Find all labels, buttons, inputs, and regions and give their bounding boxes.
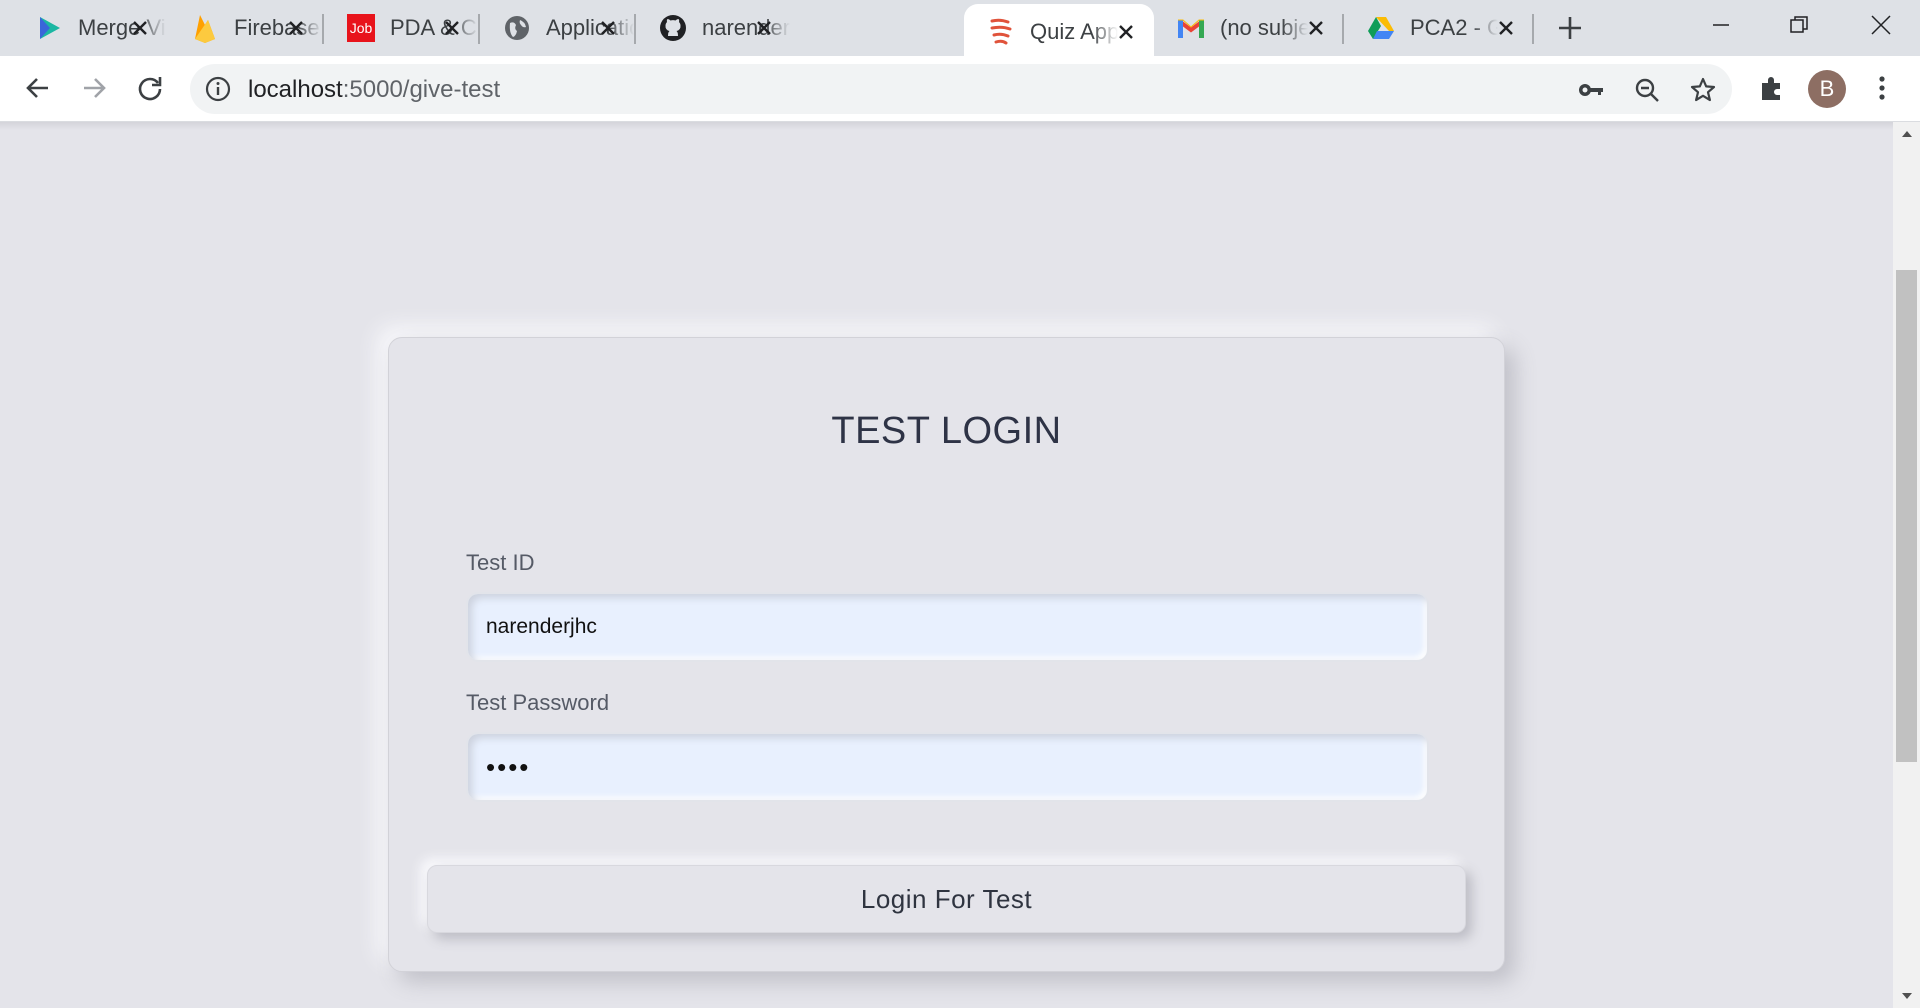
test-id-label: Test ID xyxy=(466,550,535,575)
scroll-down-arrow[interactable] xyxy=(1893,984,1920,1008)
scroll-up-arrow[interactable] xyxy=(1893,122,1920,146)
job-icon: Job xyxy=(346,13,376,43)
close-window-button[interactable] xyxy=(1842,0,1920,50)
page-title: TEST LOGIN xyxy=(831,410,1062,452)
tab-title: Firebase xyxy=(234,15,320,40)
vertical-scrollbar[interactable] xyxy=(1893,122,1920,1008)
login-for-test-button[interactable]: Login For Test xyxy=(427,865,1466,933)
minimize-button[interactable] xyxy=(1682,0,1760,50)
gmail-icon xyxy=(1176,13,1206,43)
close-icon[interactable] xyxy=(284,16,308,40)
plus-icon xyxy=(1559,17,1581,39)
tab-drive[interactable]: PCA2 - Google Drive xyxy=(1344,0,1534,56)
play-icon xyxy=(34,13,64,43)
zoom-out-icon[interactable] xyxy=(1630,73,1664,107)
new-tab-button[interactable] xyxy=(1554,12,1586,44)
restore-icon xyxy=(1790,16,1808,33)
close-icon xyxy=(1871,15,1891,35)
tab-title: Quiz App xyxy=(1030,19,1118,44)
globe-icon xyxy=(502,13,532,43)
test-id-input[interactable]: narenderjhc xyxy=(466,592,1429,662)
reload-icon xyxy=(138,77,162,101)
caret-down-icon xyxy=(1901,993,1912,999)
close-icon[interactable] xyxy=(596,16,620,40)
test-password-label: Test Password xyxy=(466,690,610,715)
tab-pda[interactable]: Job PDA & Customer xyxy=(324,0,480,56)
tab-title: Merge Videos xyxy=(78,15,166,40)
firebase-icon xyxy=(190,13,220,43)
page-viewport: TEST LOGIN Test ID narenderjhc Test Pass… xyxy=(0,122,1893,1008)
close-icon[interactable] xyxy=(128,16,152,40)
tab-title: (no subject) xyxy=(1220,15,1308,40)
info-icon[interactable] xyxy=(204,75,232,103)
tab-firebase[interactable]: Firebase xyxy=(168,0,324,56)
forward-button[interactable] xyxy=(74,68,114,108)
arrow-right-icon xyxy=(84,78,106,98)
puzzle-icon xyxy=(1762,77,1780,100)
tab-merge[interactable]: Merge Videos xyxy=(12,0,168,56)
key-icon[interactable] xyxy=(1574,73,1608,107)
extensions-button[interactable] xyxy=(1752,68,1792,108)
scrollbar-thumb[interactable] xyxy=(1896,270,1917,762)
quiz-icon xyxy=(986,17,1016,47)
caret-up-icon xyxy=(1901,131,1912,137)
more-vertical-icon xyxy=(1879,76,1885,100)
address-bar[interactable]: localhost:5000/give-test xyxy=(190,64,1732,114)
tab-title: PCA2 - Google Drive xyxy=(1410,15,1498,40)
url-host: localhost xyxy=(248,76,343,103)
tab-quiz-app[interactable]: Quiz App xyxy=(964,4,1154,60)
drive-icon xyxy=(1366,13,1396,43)
tab-title: Application xyxy=(546,15,634,40)
test-password-input[interactable]: •••• xyxy=(466,732,1429,802)
tab-separator xyxy=(1532,14,1534,44)
profile-avatar[interactable]: B xyxy=(1808,70,1846,108)
minimize-icon xyxy=(1713,24,1729,26)
close-icon[interactable] xyxy=(1304,16,1328,40)
tab-title: PDA & Customer xyxy=(390,15,478,40)
url-path: :5000/give-test xyxy=(342,76,501,103)
header-shadow xyxy=(0,122,1893,130)
tab-strip: Merge Videos Firebase Job PDA & Customer… xyxy=(0,0,1920,60)
close-icon[interactable] xyxy=(440,16,464,40)
menu-button[interactable] xyxy=(1862,68,1902,108)
tab-title: narenderjhc xyxy=(702,15,790,40)
browser-toolbar: localhost:5000/give-test B xyxy=(0,56,1920,122)
close-icon[interactable] xyxy=(752,16,776,40)
test-login-card: TEST LOGIN Test ID narenderjhc Test Pass… xyxy=(388,337,1505,972)
github-icon xyxy=(658,13,688,43)
close-icon[interactable] xyxy=(1494,16,1518,40)
back-button[interactable] xyxy=(18,68,58,108)
close-icon[interactable] xyxy=(1114,20,1138,44)
tab-application[interactable]: Application xyxy=(480,0,636,56)
restore-button[interactable] xyxy=(1760,0,1838,50)
arrow-left-icon xyxy=(26,78,48,98)
tab-github[interactable]: narenderjhc xyxy=(636,0,792,56)
tab-gmail[interactable]: (no subject) xyxy=(1154,0,1344,56)
url-text: localhost:5000/give-test xyxy=(248,76,500,104)
reload-button[interactable] xyxy=(130,68,170,108)
star-icon[interactable] xyxy=(1686,73,1720,107)
